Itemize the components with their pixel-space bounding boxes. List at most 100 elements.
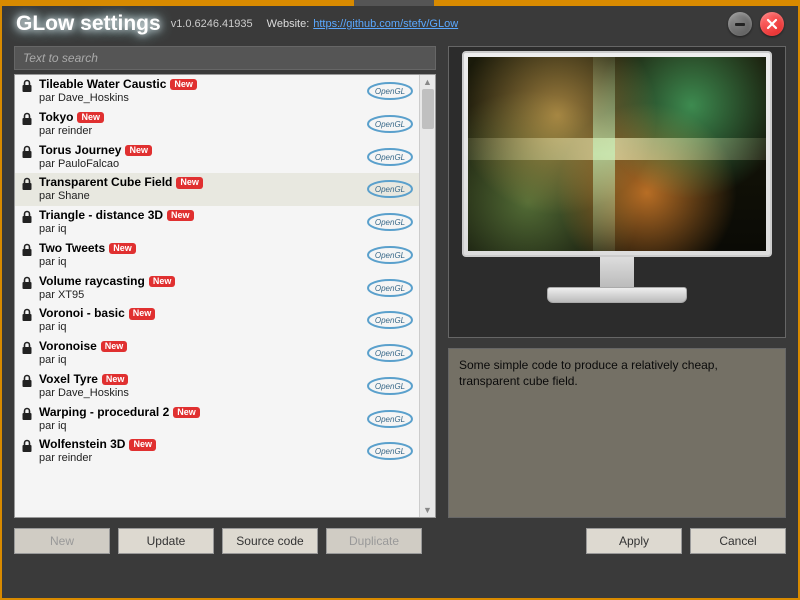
item-author: par Shane (39, 190, 367, 204)
list-item[interactable]: Two TweetsNewpar iqOpenGL (15, 239, 419, 272)
new-badge: New (167, 210, 194, 221)
item-title: Transparent Cube Field (39, 175, 172, 189)
new-badge: New (173, 407, 200, 418)
shader-list: Tileable Water Caustic New par Dave_Hoskin… (14, 74, 436, 518)
lock-icon (21, 439, 35, 456)
update-button[interactable]: Update (118, 528, 214, 554)
search-input[interactable] (14, 46, 436, 70)
svg-text:OpenGL: OpenGL (375, 153, 405, 162)
opengl-badge: OpenGL (367, 311, 413, 332)
opengl-badge: OpenGL (367, 377, 413, 398)
svg-text:OpenGL: OpenGL (375, 284, 405, 293)
lock-icon (21, 407, 35, 424)
lock-icon (21, 308, 35, 325)
item-author: par XT95 (39, 289, 367, 303)
scroll-thumb[interactable] (422, 89, 434, 129)
item-title: Two Tweets (39, 241, 105, 255)
item-author: par iq (39, 321, 367, 335)
opengl-badge: OpenGL (367, 410, 413, 431)
website-link[interactable]: https://github.com/stefv/GLow (313, 18, 458, 30)
opengl-badge: OpenGL (367, 442, 413, 463)
scrollbar[interactable]: ▲ ▼ (419, 75, 435, 517)
item-author: par Dave_Hoskins (39, 387, 367, 401)
svg-text:OpenGL: OpenGL (375, 382, 405, 391)
lock-icon (21, 210, 35, 227)
minimize-button[interactable] (728, 12, 752, 36)
list-item[interactable]: Wolfenstein 3D New par reinder OpenGL (15, 435, 419, 468)
opengl-badge: OpenGL (367, 82, 413, 103)
list-item[interactable]: Volume raycasting New par XT95 OpenGL (15, 272, 419, 305)
new-badge: New (102, 374, 129, 385)
preview-screen (468, 57, 766, 251)
opengl-badge: OpenGL (367, 180, 413, 201)
new-button[interactable]: New (14, 528, 110, 554)
svg-text:OpenGL: OpenGL (375, 447, 405, 456)
apply-button[interactable]: Apply (586, 528, 682, 554)
opengl-badge: OpenGL (367, 213, 413, 234)
opengl-badge: OpenGL (367, 115, 413, 136)
list-item[interactable]: Triangle - distance 3D New par iqOpenGL (15, 206, 419, 239)
lock-icon (21, 79, 35, 96)
svg-text:OpenGL: OpenGL (375, 87, 405, 96)
item-title: Torus Journey (39, 143, 121, 157)
app-version: v1.0.6246.41935 (171, 18, 253, 30)
opengl-badge: OpenGL (367, 279, 413, 300)
svg-text:OpenGL: OpenGL (375, 251, 405, 260)
header: GLow settings v1.0.6246.41935 Website: h… (2, 6, 798, 46)
duplicate-button[interactable]: Duplicate (326, 528, 422, 554)
list-item[interactable]: Tileable Water CausticNewpar Dave_Hoskin… (15, 75, 419, 108)
list-item[interactable]: Voronoi - basic New par iq OpenGL (15, 304, 419, 337)
svg-text:OpenGL: OpenGL (375, 120, 405, 129)
item-author: par reinder (39, 452, 367, 466)
lock-icon (21, 276, 35, 293)
list-item[interactable]: Voxel Tyre New par Dave_Hoskins OpenGL (15, 370, 419, 403)
close-button[interactable] (760, 12, 784, 36)
item-title: Tokyo (39, 110, 73, 124)
item-author: par reinder (39, 125, 367, 139)
website-label: Website: (267, 18, 310, 30)
app-title: GLow settings (16, 12, 161, 36)
new-badge: New (170, 79, 197, 90)
opengl-badge: OpenGL (367, 344, 413, 365)
item-title: Triangle - distance 3D (39, 208, 163, 222)
lock-icon (21, 341, 35, 358)
new-badge: New (129, 439, 156, 450)
list-item[interactable]: Voronoise New par iq OpenGL (15, 337, 419, 370)
window-accent-notch (354, 0, 434, 6)
list-item[interactable]: Warping - procedural 2 New par iq OpenGL (15, 403, 419, 436)
svg-text:OpenGL: OpenGL (375, 349, 405, 358)
lock-icon (21, 243, 35, 260)
item-author: par PauloFalcao (39, 158, 367, 172)
item-author: par iq (39, 354, 367, 368)
lock-icon (21, 374, 35, 391)
item-title: Voxel Tyre (39, 372, 98, 386)
item-author: par iq (39, 223, 367, 237)
preview-panel (448, 46, 786, 338)
list-item[interactable]: Torus JourneyNewpar PauloFalcaoOpenGL (15, 141, 419, 174)
item-author: par iq (39, 420, 367, 434)
scroll-up-icon[interactable]: ▲ (420, 75, 435, 89)
item-title: Tileable Water Caustic (39, 77, 166, 91)
svg-text:OpenGL: OpenGL (375, 415, 405, 424)
new-badge: New (149, 276, 176, 287)
opengl-badge: OpenGL (367, 246, 413, 267)
cancel-button[interactable]: Cancel (690, 528, 786, 554)
new-badge: New (101, 341, 128, 352)
new-badge: New (176, 177, 203, 188)
new-badge: New (77, 112, 104, 123)
list-item[interactable]: Transparent Cube Field New par ShaneOpenGL (15, 173, 419, 206)
item-author: par iq (39, 256, 367, 270)
lock-icon (21, 112, 35, 129)
opengl-badge: OpenGL (367, 148, 413, 169)
close-icon (766, 18, 778, 30)
svg-text:OpenGL: OpenGL (375, 316, 405, 325)
new-badge: New (129, 308, 156, 319)
item-title: Voronoise (39, 339, 97, 353)
item-title: Voronoi - basic (39, 306, 125, 320)
item-title: Warping - procedural 2 (39, 405, 169, 419)
item-title: Volume raycasting (39, 274, 145, 288)
item-title: Wolfenstein 3D (39, 437, 125, 451)
scroll-down-icon[interactable]: ▼ (420, 503, 435, 517)
source-code-button[interactable]: Source code (222, 528, 318, 554)
list-item[interactable]: Tokyo New par reinder OpenGL (15, 108, 419, 141)
